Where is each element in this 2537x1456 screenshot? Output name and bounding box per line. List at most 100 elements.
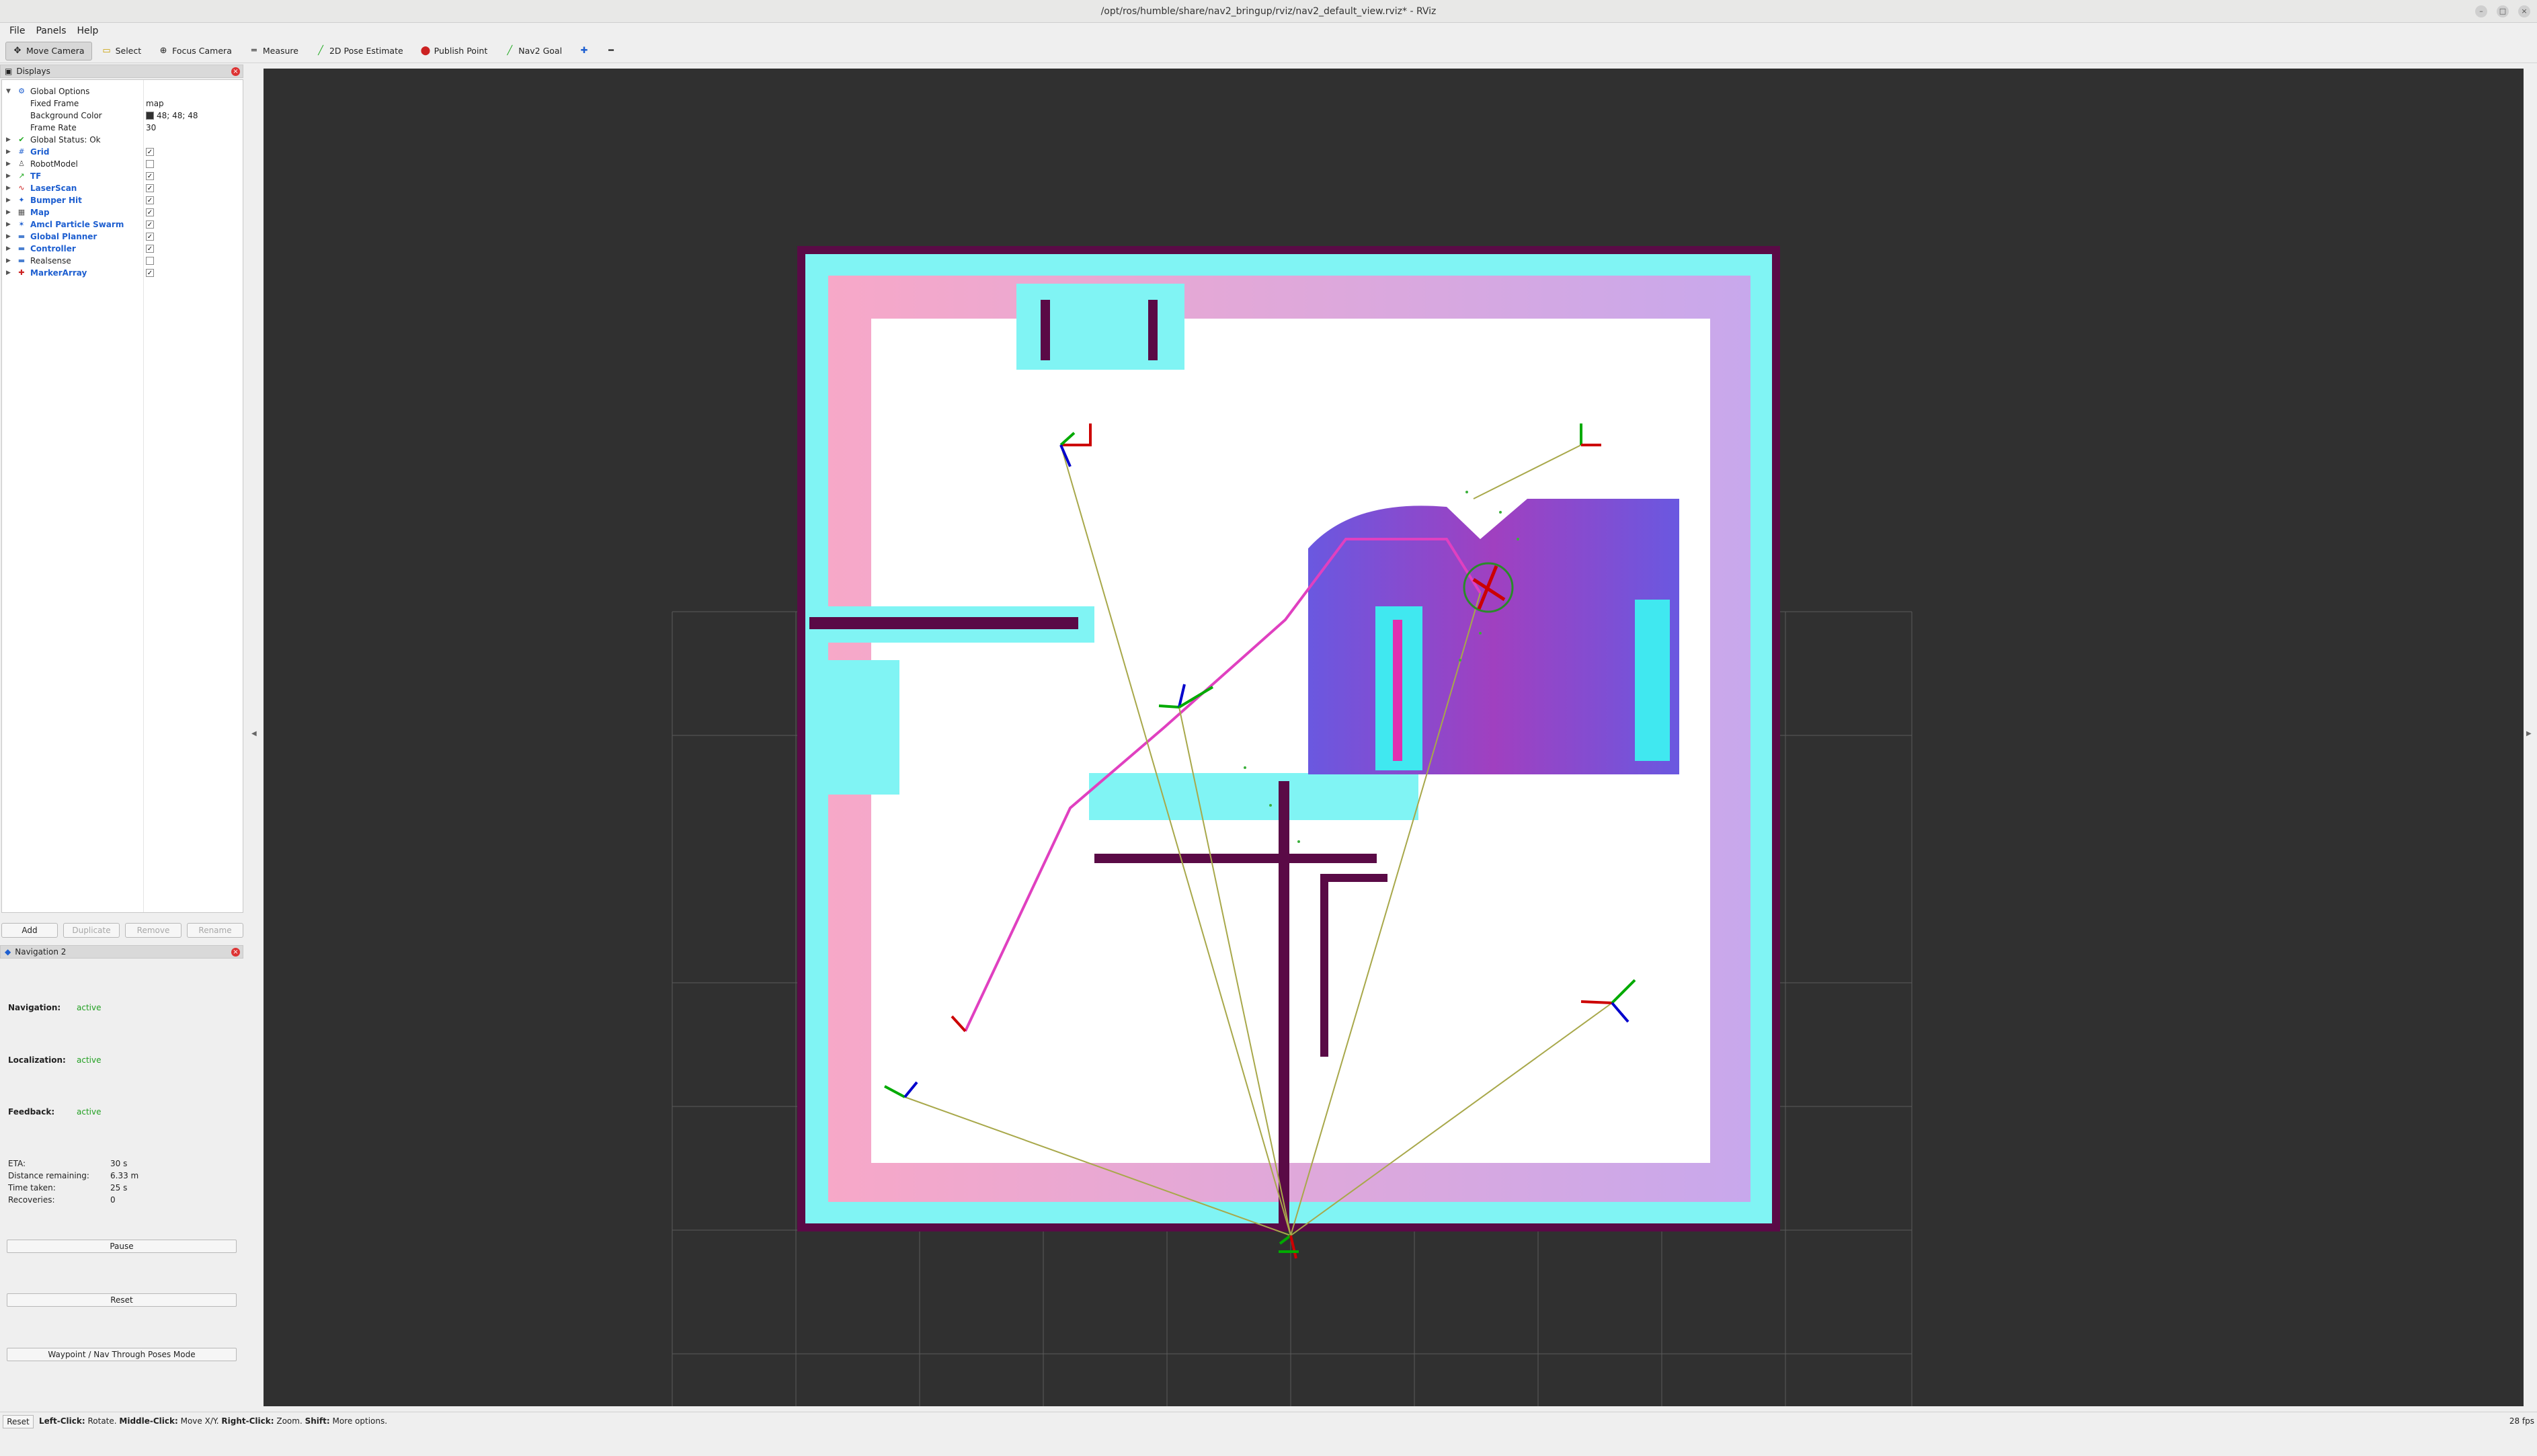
publish-point-button[interactable]: ⬤ Publish Point [413, 42, 495, 60]
status-bar: Reset Left-Click: Rotate. Middle-Click: … [0, 1412, 2537, 1430]
chevron-right-icon[interactable]: ▶ [6, 206, 11, 218]
move-camera-button[interactable]: ✥ Move Camera [5, 41, 92, 60]
tree-row-display[interactable]: ▶ ✦ Bumper Hit ✓ [2, 194, 243, 206]
nav2-goal-label: Nav2 Goal [518, 46, 563, 56]
add-button[interactable]: Add [1, 923, 58, 938]
navigation-value: active [77, 1003, 102, 1012]
tree-row-display[interactable]: ▶ ▬ Global Planner ✓ [2, 231, 243, 243]
display-label: RobotModel [30, 159, 78, 169]
chevron-right-icon[interactable]: ▶ [6, 243, 11, 255]
localization-status: Localization: [8, 1055, 66, 1065]
tree-row-global-options[interactable]: ▼ ⚙ Global Options [2, 85, 243, 97]
close-icon[interactable]: × [231, 67, 240, 76]
tf-icon: ↗ [18, 171, 25, 180]
distance-value: 6.33 m [110, 1171, 139, 1180]
plus-icon: ✚ [580, 45, 588, 56]
tree-row-background-color[interactable]: Background Color 48; 48; 48 [2, 110, 243, 122]
frame-rate-value[interactable]: 30 [146, 122, 156, 134]
display-enabled-checkbox[interactable]: ✓ [146, 148, 154, 156]
chevron-right-icon[interactable]: ▶ [6, 231, 11, 243]
reset-view-button[interactable]: Reset [3, 1415, 34, 1428]
menu-help[interactable]: Help [75, 23, 102, 39]
chevron-down-icon[interactable]: ▼ [6, 85, 11, 97]
tree-row-fixed-frame[interactable]: Fixed Frame map [2, 97, 243, 110]
chevron-right-icon[interactable]: ▶ [6, 182, 11, 194]
duplicate-button[interactable]: Duplicate [63, 923, 120, 938]
pause-button[interactable]: Pause [7, 1240, 237, 1253]
display-enabled-checkbox[interactable] [146, 257, 154, 265]
menu-file[interactable]: File [7, 23, 28, 39]
displays-title-bar[interactable]: ▣ Displays × [0, 65, 243, 78]
display-enabled-checkbox[interactable]: ✓ [146, 172, 154, 180]
navigation-status: Navigation: [8, 1003, 61, 1012]
close-icon[interactable]: × [2518, 5, 2530, 17]
tree-row-display[interactable]: ▶ # Grid ✓ [2, 146, 243, 158]
tree-row-display[interactable]: ▶ ▬ Realsense [2, 255, 243, 267]
tree-row-display[interactable]: ▶ ↗ TF ✓ [2, 170, 243, 182]
tree-row-display[interactable]: ▶ ∿ LaserScan ✓ [2, 182, 243, 194]
tree-row-frame-rate[interactable]: Frame Rate 30 [2, 122, 243, 134]
dock-splitter[interactable]: ◀ [246, 65, 264, 1409]
chevron-right-icon[interactable]: ▶ [6, 146, 11, 158]
collapse-left-icon[interactable]: ◀ [251, 730, 257, 737]
gear-icon: ⚙ [18, 87, 25, 95]
tree-row-display[interactable]: ▶ ✶ Amcl Particle Swarm ✓ [2, 218, 243, 231]
tree-row-display[interactable]: ▶ ▦ Map ✓ [2, 206, 243, 218]
add-tool-button[interactable]: ✚ [572, 42, 596, 60]
minimize-icon[interactable]: – [2475, 5, 2487, 17]
hint-right-key: Right-Click: [221, 1416, 274, 1426]
display-enabled-checkbox[interactable]: ✓ [146, 220, 154, 229]
display-enabled-checkbox[interactable]: ✓ [146, 269, 154, 277]
tree-row-display[interactable]: ▶ ♙ RobotModel [2, 158, 243, 170]
3d-render-viewport[interactable] [264, 69, 2524, 1406]
chevron-right-icon[interactable]: ▶ [6, 267, 11, 279]
menu-panels[interactable]: Panels [33, 23, 69, 39]
tree-row-display[interactable]: ▶ ✚ MarkerArray ✓ [2, 267, 243, 279]
measure-button[interactable]: ═ Measure [242, 42, 306, 60]
bumper-hit-icon: ✦ [18, 196, 25, 204]
close-icon[interactable]: × [231, 948, 240, 957]
navigation-title-bar[interactable]: ◆ Navigation 2 × [0, 945, 243, 959]
chevron-right-icon[interactable]: ▶ [6, 158, 11, 170]
focus-camera-button[interactable]: ⊕ Focus Camera [151, 42, 239, 60]
display-enabled-checkbox[interactable]: ✓ [146, 245, 154, 253]
display-label: Grid [30, 147, 50, 157]
display-enabled-checkbox[interactable] [146, 160, 154, 168]
time-taken-label: Time taken: [8, 1183, 56, 1192]
remove-button[interactable]: Remove [125, 923, 182, 938]
nav2-goal-button[interactable]: ╱ Nav2 Goal [497, 42, 569, 60]
collapse-right-icon[interactable]: ▶ [2526, 730, 2532, 737]
display-enabled-checkbox[interactable]: ✓ [146, 233, 154, 241]
displays-tree[interactable]: ▼ ⚙ Global Options Fixed Frame map Backg… [1, 79, 243, 913]
maximize-icon[interactable]: □ [2497, 5, 2509, 17]
chevron-right-icon[interactable]: ▶ [6, 255, 11, 267]
displays-panel: ▣ Displays × ▼ ⚙ Global Options Fixed Fr… [0, 65, 243, 938]
chevron-right-icon[interactable]: ▶ [6, 134, 11, 146]
navigation-label: Navigation: [8, 1003, 61, 1012]
navigation-panel: ◆ Navigation 2 × Navigation: active Loca… [0, 945, 243, 1456]
reset-navigation-button[interactable]: Reset [7, 1293, 237, 1307]
particle-swarm-icon: ✶ [18, 220, 25, 229]
pose-estimate-button[interactable]: ╱ 2D Pose Estimate [309, 42, 411, 60]
focus-camera-icon: ⊕ [159, 45, 167, 56]
display-enabled-checkbox[interactable]: ✓ [146, 184, 154, 192]
tree-row-global-status[interactable]: ▶ ✔ Global Status: Ok [2, 134, 243, 146]
chevron-right-icon[interactable]: ▶ [6, 170, 11, 182]
waypoint-mode-button[interactable]: Waypoint / Nav Through Poses Mode [7, 1348, 237, 1361]
display-label: Global Planner [30, 232, 97, 241]
background-color-value[interactable]: 48; 48; 48 [146, 110, 198, 122]
rename-button[interactable]: Rename [187, 923, 243, 938]
select-button[interactable]: ▭ Select [95, 42, 149, 60]
tree-row-display[interactable]: ▶ ▬ Controller ✓ [2, 243, 243, 255]
nav2-icon: ◆ [5, 947, 11, 957]
hint-left-key: Left-Click: [39, 1416, 85, 1426]
chevron-right-icon[interactable]: ▶ [6, 218, 11, 231]
window-title-bar: /opt/ros/humble/share/nav2_bringup/rviz/… [0, 0, 2537, 23]
display-enabled-checkbox[interactable]: ✓ [146, 208, 154, 216]
remove-tool-button[interactable]: ━ [599, 42, 623, 60]
eta-value: 30 s [110, 1159, 128, 1168]
display-enabled-checkbox[interactable]: ✓ [146, 196, 154, 204]
chevron-right-icon[interactable]: ▶ [6, 194, 11, 206]
map-scene[interactable] [264, 69, 2524, 1406]
fixed-frame-value[interactable]: map [146, 97, 164, 110]
